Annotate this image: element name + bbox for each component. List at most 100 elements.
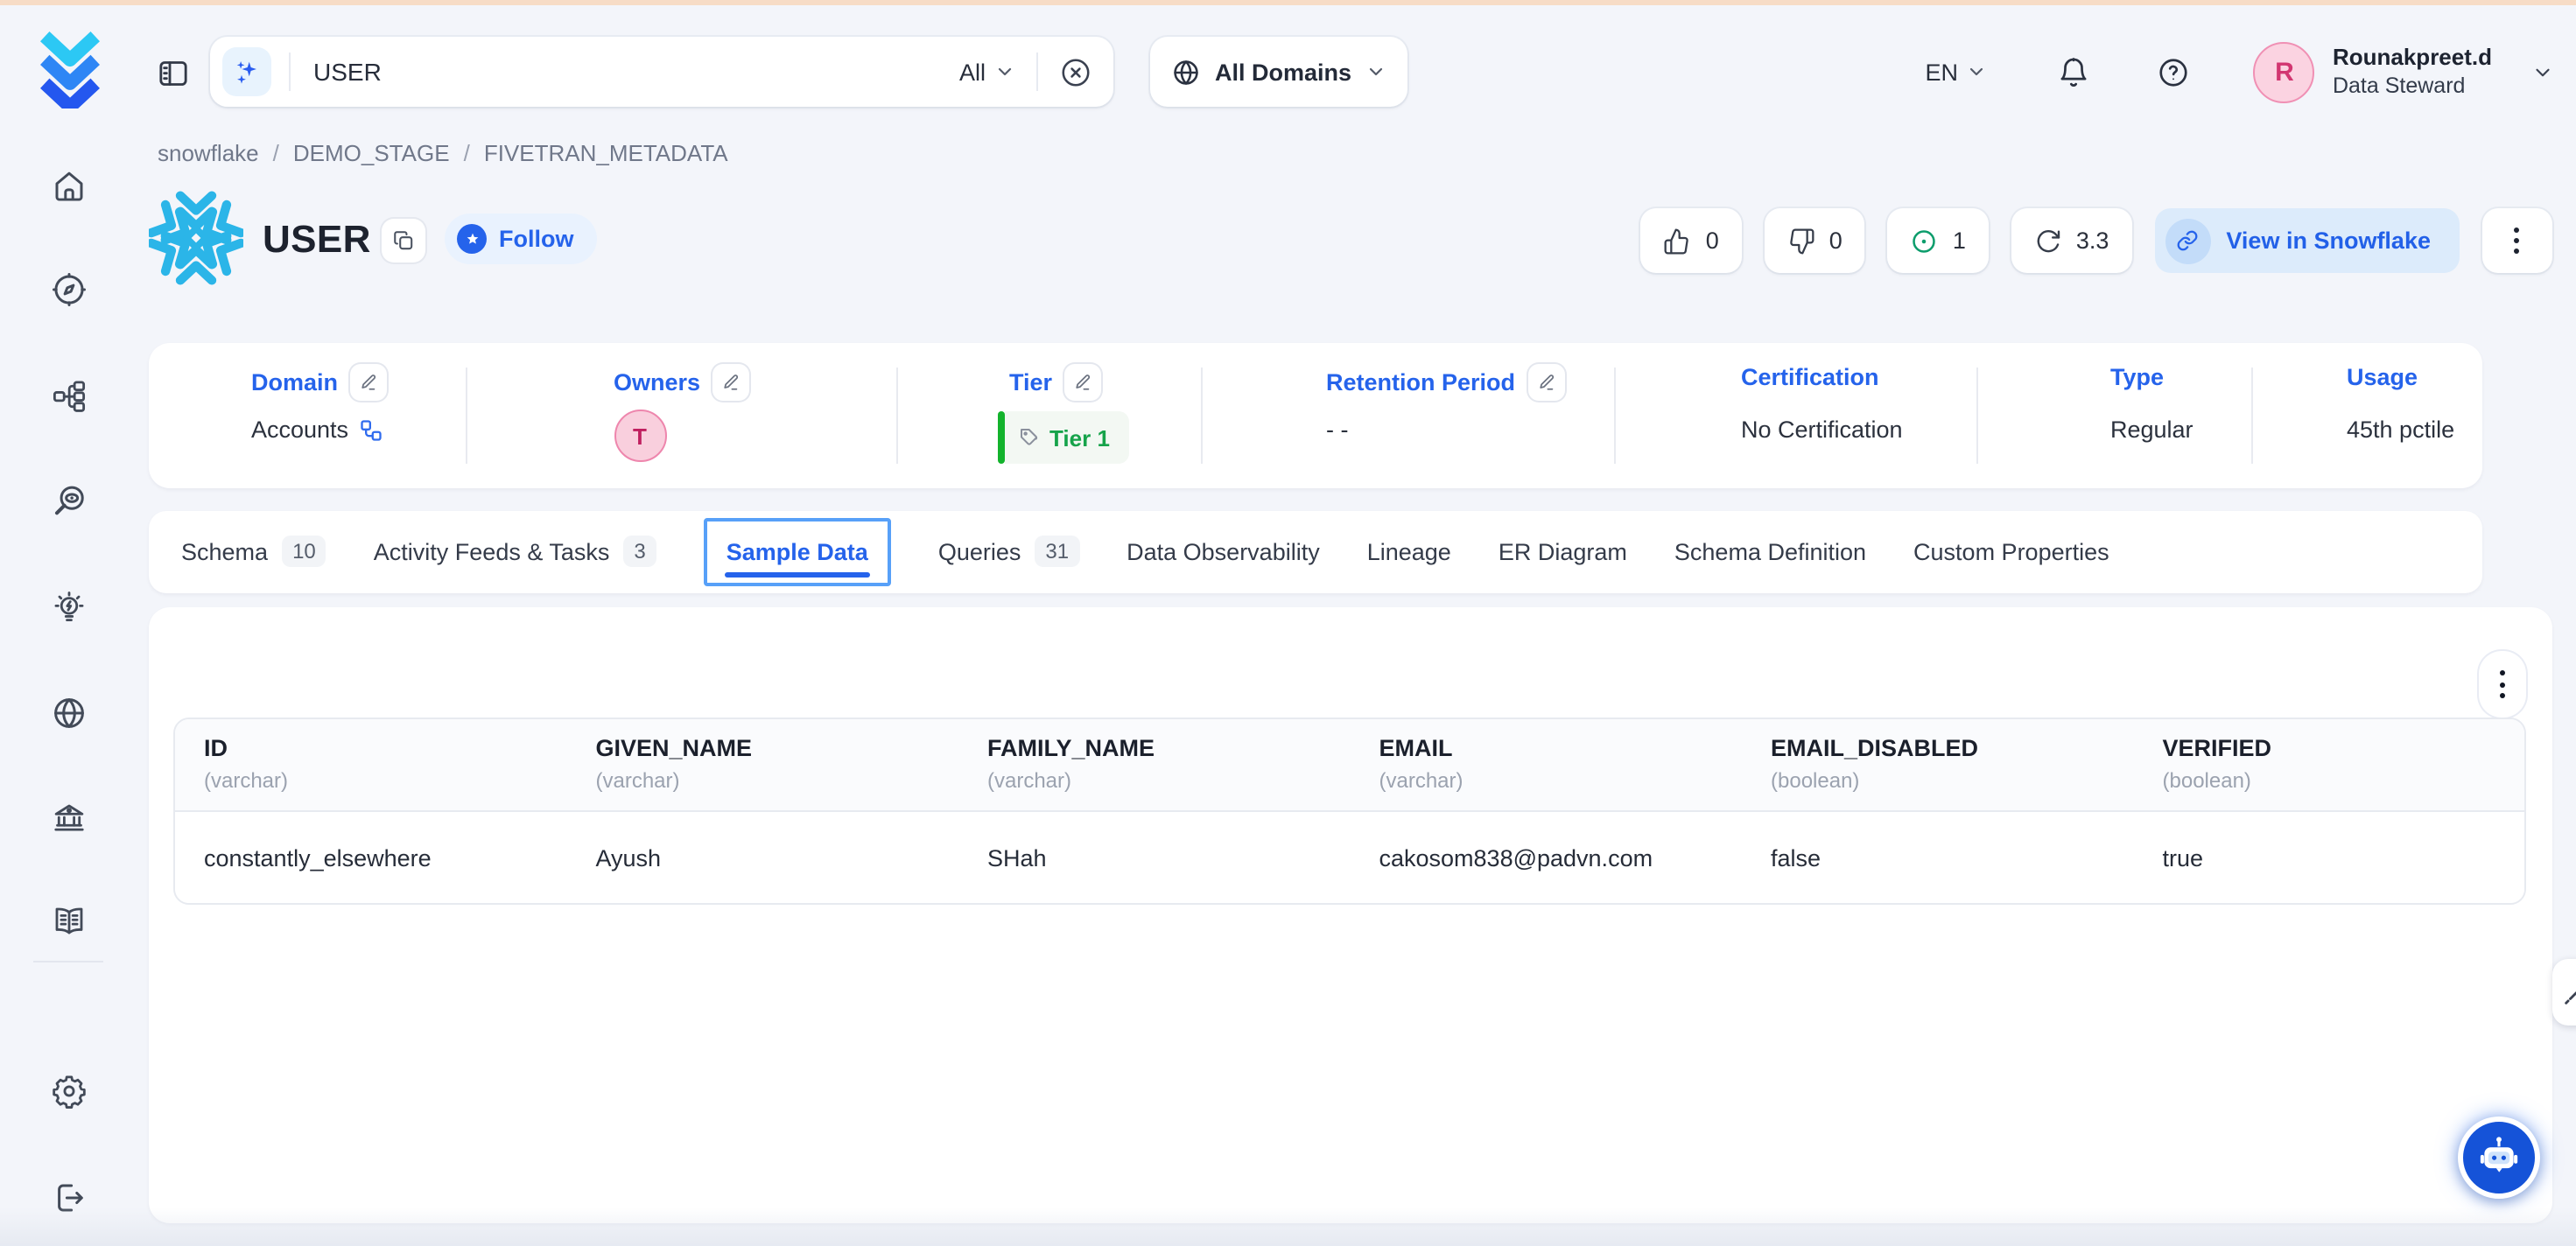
chevron-down-icon [1967,61,1988,82]
pencil-icon [1073,373,1092,392]
view-in-snowflake-button[interactable]: View in Snowflake [2154,208,2459,273]
sample-data-more-menu[interactable] [2479,651,2526,718]
atlan-logo[interactable] [30,28,110,108]
breadcrumb: snowflake / DEMO_STAGE / FIVETRAN_METADA… [158,140,728,166]
all-domains-label: All Domains [1215,59,1351,85]
edit-retention-button[interactable] [1527,364,1564,401]
page-title: USER [263,217,371,262]
cell-email-disabled: false [1741,812,2133,903]
refresh-icon [2034,227,2062,255]
sidebar-item-insights[interactable] [37,576,100,639]
cell-given-name: Ayush [566,812,958,903]
globe-icon [1171,57,1201,87]
copy-icon [392,229,415,252]
column-header-email: EMAIL (varchar) [1350,719,1742,810]
asset-more-menu-button[interactable] [2481,208,2551,273]
tab-data-observability[interactable]: Data Observability [1127,538,1320,564]
column-header-email-disabled: EMAIL_DISABLED (boolean) [1741,719,2133,810]
lightbulb-bolt-icon [50,589,87,626]
sample-data-panel: ID (varchar) GIVEN_NAME (varchar) FAMILY… [148,607,2552,1223]
search-eye-icon [50,482,87,519]
global-search-input[interactable]: USER All [210,37,1113,107]
sidebar-item-settings[interactable] [37,1059,100,1122]
follow-button[interactable]: Follow [445,214,597,264]
owner-avatar[interactable]: T [614,410,666,462]
language-selector[interactable]: EN [1925,59,1988,85]
logout-icon [50,1179,87,1215]
sidebar-item-workflows[interactable] [37,364,100,427]
collapse-sidebar-button[interactable] [151,51,196,96]
ai-sparkles-icon [222,47,271,96]
circle-dot-icon [1911,227,1939,255]
sidebar-item-governance[interactable] [37,786,100,849]
chevron-down-icon [1365,61,1386,82]
link-icon [2165,218,2210,263]
sidebar-item-domains[interactable] [37,681,100,744]
bank-icon [50,799,87,836]
metadata-certification: Certification No Certification [1613,343,1976,488]
chevron-down-icon[interactable] [2530,60,2553,83]
sidebar-item-explore[interactable] [37,257,100,320]
tab-er-diagram[interactable]: ER Diagram [1499,538,1627,564]
cell-verified: true [2133,812,2525,903]
tag-icon [1018,427,1039,448]
breadcrumb-item[interactable]: DEMO_STAGE [293,140,450,166]
tab-lineage[interactable]: Lineage [1367,538,1451,564]
home-icon [50,167,87,204]
kebab-icon [2500,670,2505,676]
table-row: constantly_elsewhere Ayush SHah cakosom8… [174,812,2524,903]
sidebar-item-home[interactable] [37,154,100,217]
metadata-usage: Usage 45th pctile [2250,343,2481,488]
linked-nodes-icon [359,417,383,442]
breadcrumb-item[interactable]: FIVETRAN_METADATA [484,140,728,166]
user-menu[interactable]: Rounakpreet.d Data Steward [2333,42,2492,102]
domain-value[interactable]: Accounts [251,416,348,443]
upvote-button[interactable]: 0 [1641,208,1742,273]
breadcrumb-item[interactable]: snowflake [158,140,259,166]
tab-queries[interactable]: Queries 31 [938,536,1079,567]
column-header-verified: VERIFIED (boolean) [2133,719,2525,810]
all-domains-dropdown[interactable]: All Domains [1150,37,1407,107]
sidebar-item-logout[interactable] [37,1166,100,1228]
tab-schema[interactable]: Schema 10 [181,536,326,567]
copy-name-button[interactable] [382,219,425,262]
flow-icon [50,377,87,414]
downvote-button[interactable]: 0 [1765,208,1865,273]
pencil-icon [1536,373,1555,392]
asset-tabs: Schema 10 Activity Feeds & Tasks 3 Sampl… [148,510,2481,592]
robot-icon [2475,1134,2523,1181]
search-value: USER [313,58,959,86]
tab-activity-feeds-tasks[interactable]: Activity Feeds & Tasks 3 [374,536,656,567]
column-header-given-name: GIVEN_NAME (varchar) [566,719,958,810]
notifications-button[interactable] [2058,55,2091,88]
metadata-type: Type Regular [1976,343,2250,488]
side-panel-handle[interactable] [2552,959,2576,1026]
search-divider [1036,52,1038,91]
tab-sample-data[interactable]: Sample Data [704,517,891,585]
sample-data-table: ID (varchar) GIVEN_NAME (varchar) FAMILY… [172,718,2526,905]
cell-id: constantly_elsewhere [174,812,566,903]
edit-owners-button[interactable] [712,364,749,401]
issues-button[interactable]: 1 [1888,208,1989,273]
search-scope-dropdown[interactable]: All [959,59,1015,85]
sidebar-item-glossary[interactable] [37,889,100,952]
header-right-cluster: EN R Rounakpreet.d Data Steward [1925,5,2553,138]
retention-value: - - [1326,416,1349,443]
clear-search-button[interactable] [1059,55,1092,88]
tab-schema-definition[interactable]: Schema Definition [1674,538,1866,564]
sidebar-item-observability[interactable] [37,469,100,532]
metadata-domain: Domain Accounts [148,343,465,488]
app: USER All All Domains EN [0,0,2576,1246]
edit-tier-button[interactable] [1064,364,1101,401]
pencil-icon [721,373,741,392]
user-name: Rounakpreet.d [2333,42,2492,73]
metadata-summary-card: Domain Accounts Owners T Tier [148,343,2481,488]
help-button[interactable] [2158,55,2191,88]
ai-assistant-button[interactable] [2458,1116,2540,1199]
edit-domain-button[interactable] [350,364,387,401]
tab-custom-properties[interactable]: Custom Properties [1913,538,2109,564]
metadata-tier: Tier Tier 1 [895,343,1200,488]
tier-badge[interactable]: Tier 1 [997,411,1129,464]
user-avatar[interactable]: R [2254,41,2315,102]
score-refresh-button[interactable]: 3.3 [2011,208,2132,273]
